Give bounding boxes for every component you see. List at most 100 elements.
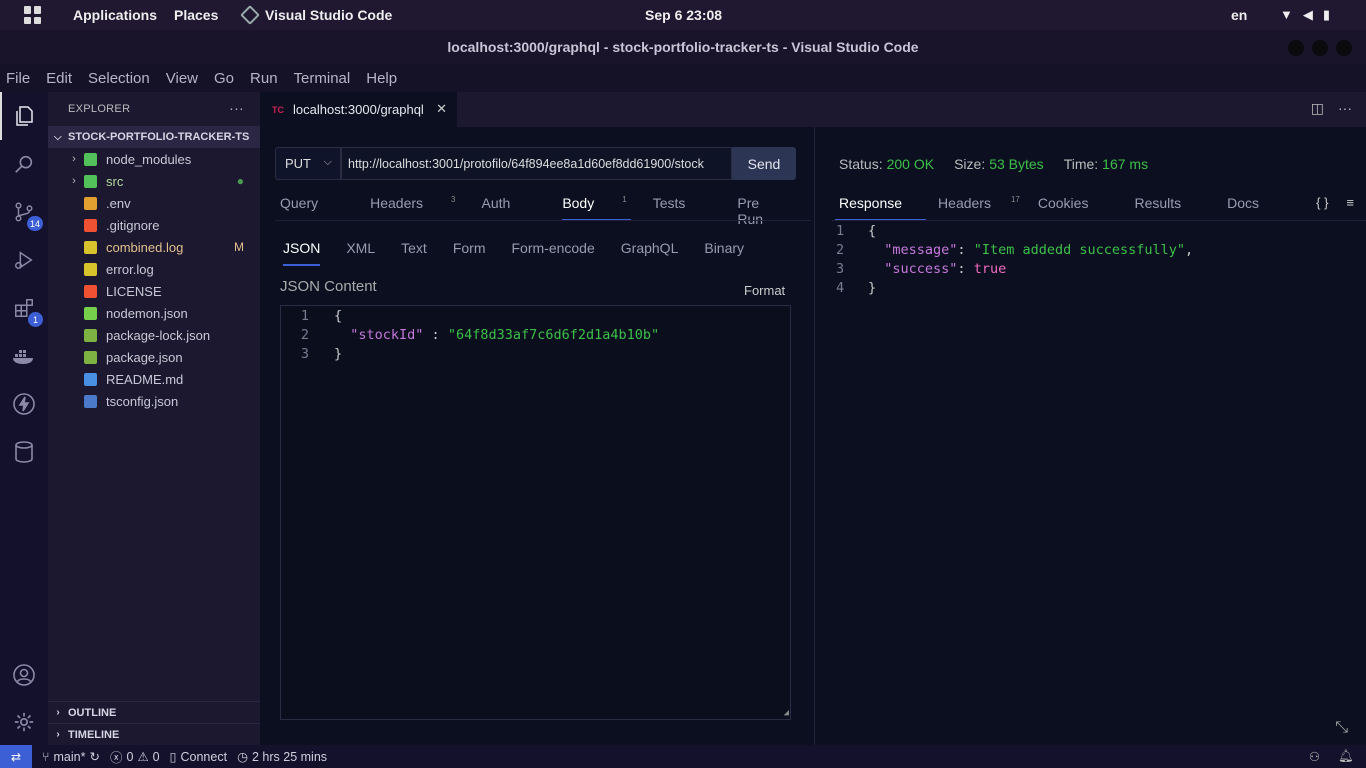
account-icon[interactable] — [11, 662, 37, 688]
file-item[interactable]: LICENSE — [48, 280, 260, 302]
tab-form-encode[interactable]: Form-encode — [512, 240, 595, 256]
more-actions-icon[interactable]: ··· — [229, 100, 244, 116]
tab-headers[interactable]: Headers 3 — [370, 195, 455, 227]
tab-xml[interactable]: XML — [346, 240, 375, 256]
applications-menu[interactable]: Applications — [73, 7, 157, 23]
license-icon — [84, 284, 97, 298]
file-name: nodemon.json — [106, 305, 188, 321]
body-format-tabs: JSON XML Text Form Form-encode GraphQL B… — [283, 240, 770, 266]
more-actions-icon[interactable]: ··· — [1338, 100, 1352, 117]
url-value: http://localhost:3001/protofilo/64f894ee… — [348, 156, 704, 171]
file-item[interactable]: nodemon.json — [48, 302, 260, 324]
search-icon[interactable] — [11, 151, 37, 177]
manage-gear-icon[interactable] — [11, 709, 37, 735]
keyboard-language[interactable]: en — [1231, 7, 1247, 23]
tab-response[interactable]: Response — [834, 195, 927, 221]
time-tracker[interactable]: ◷ 2 hrs 25 mins — [237, 749, 327, 765]
npm-icon — [84, 350, 97, 364]
menu-edit[interactable]: Edit — [38, 70, 80, 87]
log-icon — [84, 240, 97, 254]
file-item[interactable]: tsconfig.json — [48, 390, 260, 412]
file-item[interactable]: package-lock.json — [48, 324, 260, 346]
timeline-section[interactable]: › TIMELINE — [48, 723, 260, 745]
notifications-bell-icon[interactable]: 🔔︎ — [1338, 749, 1354, 764]
format-button[interactable]: Format — [744, 283, 785, 298]
problems-indicator[interactable]: ⓧ 0 ⚠ 0 — [110, 747, 160, 766]
editor-tab[interactable]: TC localhost:3000/graphql ✕ — [260, 92, 457, 127]
file-name: .env — [106, 195, 131, 211]
app-grid-icon[interactable] — [24, 6, 42, 24]
thunder-client-icon[interactable] — [11, 391, 37, 417]
size-value: 53 Bytes — [989, 156, 1044, 172]
file-item[interactable]: .env — [48, 192, 260, 214]
send-button[interactable]: Send — [732, 147, 796, 180]
active-app-menu[interactable]: Visual Studio Code — [240, 5, 392, 25]
url-input[interactable]: http://localhost:3001/protofilo/64f894ee… — [341, 147, 732, 180]
remote-icon[interactable]: ⇄ — [0, 745, 32, 768]
broadcast-icon[interactable]: ⚇ — [1309, 749, 1320, 764]
menu-selection[interactable]: Selection — [80, 70, 158, 87]
split-editor-icon[interactable]: ◫ — [1311, 100, 1324, 117]
tab-body[interactable]: Body 1 — [562, 195, 632, 227]
tab-query[interactable]: Query — [280, 195, 344, 227]
tab-auth[interactable]: Auth — [482, 195, 537, 227]
tab-response-headers[interactable]: Headers 17 — [938, 195, 1020, 211]
extensions-icon[interactable]: 1 — [11, 295, 43, 327]
tab-binary[interactable]: Binary — [704, 240, 744, 256]
minimize-button[interactable] — [1288, 40, 1304, 56]
active-indicator — [0, 92, 2, 140]
places-menu[interactable]: Places — [174, 7, 218, 23]
database-icon[interactable] — [11, 439, 37, 465]
file-item[interactable]: README.md — [48, 368, 260, 390]
braces-icon[interactable]: { } — [1316, 195, 1328, 210]
menu-run[interactable]: Run — [242, 70, 286, 87]
tab-cookies[interactable]: Cookies — [1038, 195, 1107, 211]
run-debug-icon[interactable] — [11, 247, 37, 273]
close-icon[interactable]: ✕ — [436, 101, 447, 117]
project-folder[interactable]: ⌵ STOCK-PORTFOLIO-TRACKER-TS — [48, 126, 260, 148]
warning-icon: ⚠ — [137, 750, 149, 764]
file-item[interactable]: package.json — [48, 346, 260, 368]
menu-file[interactable]: File — [0, 70, 38, 87]
file-item[interactable]: .gitignore — [48, 214, 260, 236]
menu-help[interactable]: Help — [358, 70, 405, 87]
menu-bar: File Edit Selection View Go Run Terminal… — [0, 64, 1366, 92]
file-item[interactable]: combined.log M — [48, 236, 260, 258]
tab-results[interactable]: Results — [1134, 195, 1199, 211]
maximize-button[interactable] — [1312, 40, 1328, 56]
file-name: package-lock.json — [106, 327, 211, 343]
connect-button[interactable]: ▯ Connect — [170, 749, 227, 765]
method-select[interactable]: PUT ⌵ — [275, 147, 341, 180]
log-icon — [84, 262, 97, 276]
system-tray[interactable]: ▼ ◀ ▮ — [1280, 7, 1330, 23]
menu-go[interactable]: Go — [206, 70, 242, 87]
explorer-files-icon[interactable] — [11, 103, 37, 129]
menu-terminal[interactable]: Terminal — [286, 70, 359, 87]
resize-handle[interactable]: ◢ — [784, 708, 789, 718]
tab-text[interactable]: Text — [401, 240, 427, 256]
close-window-button[interactable] — [1336, 40, 1352, 56]
menu-view[interactable]: View — [158, 70, 206, 87]
explorer-sidebar: EXPLORER ··· ⌵ STOCK-PORTFOLIO-TRACKER-T… — [48, 92, 260, 745]
file-item[interactable]: › node_modules — [48, 148, 260, 170]
explorer-header: EXPLORER ··· — [48, 92, 260, 126]
tab-graphql[interactable]: GraphQL — [621, 240, 679, 256]
tab-pre-run[interactable]: Pre Run — [737, 195, 789, 227]
tab-json[interactable]: JSON — [283, 240, 321, 266]
modified-badge: M — [234, 240, 244, 254]
clock[interactable]: Sep 6 23:08 — [645, 7, 722, 23]
file-item[interactable]: › src ● — [48, 170, 260, 192]
tab-tests[interactable]: Tests — [653, 195, 712, 227]
file-item[interactable]: error.log — [48, 258, 260, 280]
branch-indicator[interactable]: ⑂ main* ↻ — [42, 749, 100, 765]
tab-docs[interactable]: Docs — [1227, 195, 1277, 211]
menu-lines-icon[interactable]: ≡ — [1346, 195, 1354, 210]
docker-icon[interactable] — [11, 343, 37, 369]
outline-section[interactable]: › OUTLINE — [48, 701, 260, 723]
tab-form[interactable]: Form — [453, 240, 486, 256]
response-tabs: Response Headers 17 Cookies Results Docs — [834, 195, 1295, 221]
json-body-editor[interactable]: 1 { 2 "stockId" : "64f8d33af7c6d6f2d1a4b… — [280, 305, 791, 720]
window-title: localhost:3000/graphql - stock-portfolio… — [447, 39, 919, 55]
source-control-icon[interactable]: 14 — [11, 199, 43, 231]
expand-icon[interactable]: ⤡ — [1335, 719, 1348, 737]
